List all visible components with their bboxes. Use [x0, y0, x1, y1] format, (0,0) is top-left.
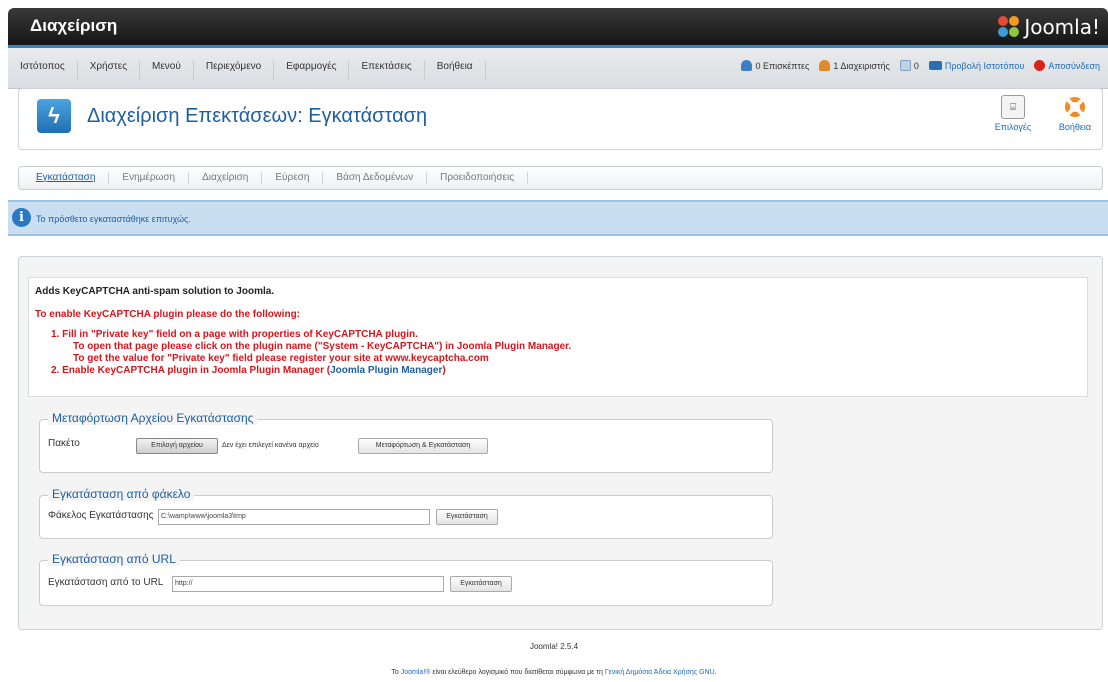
menu-item-content[interactable]: Περιεχόμενο — [194, 60, 275, 80]
install-url-button[interactable]: Εγκατάσταση — [450, 576, 512, 592]
instruction-line-4-suffix: ) — [442, 365, 446, 376]
visitors-count: 0 Επισκέπτες — [755, 60, 810, 71]
folder-legend: Εγκατάσταση από φάκελο — [48, 487, 195, 501]
admin-header: Διαχείριση Joomla! — [8, 8, 1108, 45]
tab-manage[interactable]: Διαχείριση — [189, 172, 263, 184]
status-area: 0 Επισκέπτες 1 Διαχειριστής 0 Προβολή Ισ… — [731, 60, 1100, 71]
license-middle: είναι ελεύθερο λογισμικό που διατίθεται … — [430, 669, 605, 676]
message-text: Το πρόσθετο εγκαταστάθηκε επιτυχώς. — [36, 214, 191, 224]
joomla-logo[interactable]: Joomla! — [998, 14, 1100, 40]
options-icon: ⌸ — [1001, 95, 1025, 119]
folder-path-input[interactable]: C:\wamp\www\joomla3\tmp — [158, 509, 430, 525]
plugin-manager-link[interactable]: Joomla Plugin Manager — [330, 365, 442, 376]
instruction-line-4-prefix: 2. Enable KeyCAPTCHA plugin in Joomla Pl… — [51, 365, 331, 376]
system-message: i Το πρόσθετο εγκαταστάθηκε επιτυχώς. — [8, 200, 1108, 236]
toolbar-box: ϟ Διαχείριση Επεκτάσεων: Εγκατάσταση ⌸ Ε… — [18, 88, 1103, 150]
upload-legend: Μεταφόρτωση Αρχείου Εγκατάστασης — [48, 411, 258, 425]
extension-icon: ϟ — [37, 99, 71, 133]
choose-file-button[interactable]: Επιλογή αρχείου — [136, 438, 218, 454]
main-menu-bar: Ιστότοπος Χρήστες Μενού Περιεχόμενο Εφαρ… — [8, 45, 1108, 89]
mail-icon — [899, 60, 911, 71]
url-label: Εγκατάσταση από το URL — [48, 577, 164, 588]
joomla-link[interactable]: Joomla!® — [401, 669, 431, 676]
help-button[interactable]: Βοήθεια — [1053, 95, 1097, 132]
instruction-line-1: 1. Fill in "Private key" field on a page… — [51, 329, 418, 340]
install-panel: Adds KeyCAPTCHA anti-spam solution to Jo… — [18, 256, 1103, 630]
tab-database[interactable]: Βάση Δεδομένων — [323, 172, 428, 184]
folder-label: Φάκελος Εγκατάστασης — [48, 510, 154, 521]
logout-label: Αποσύνδεση — [1048, 60, 1100, 71]
visitors-status[interactable]: 0 Επισκέπτες — [741, 60, 809, 71]
tab-update[interactable]: Ενημέρωση — [109, 172, 190, 184]
joomla-logo-icon — [998, 16, 1020, 38]
admins-status[interactable]: 1 Διαχειριστής — [819, 60, 890, 71]
menu-item-help[interactable]: Βοήθεια — [425, 60, 486, 80]
plugin-description: Adds KeyCAPTCHA anti-spam solution to Jo… — [28, 277, 1088, 397]
options-button[interactable]: ⌸ Επιλογές — [991, 95, 1035, 132]
package-label: Πακέτο — [48, 438, 80, 449]
options-label: Επιλογές — [994, 122, 1032, 132]
power-icon — [1034, 60, 1046, 71]
license-prefix: Το — [391, 669, 401, 676]
url-input[interactable]: http:// — [172, 576, 444, 592]
page-title: Διαχείριση Επεκτάσεων: Εγκατάσταση — [87, 105, 428, 127]
description-title: Adds KeyCAPTCHA anti-spam solution to Jo… — [35, 286, 275, 297]
footer-license: Το Joomla!® είναι ελεύθερο λογισμικό που… — [0, 669, 1108, 676]
no-file-chosen-text: Δεν έχει επιλεγεί κανένα αρχείο — [222, 442, 319, 449]
url-legend: Εγκατάσταση από URL — [48, 552, 180, 566]
main-menu: Ιστότοπος Χρήστες Μενού Περιεχόμενο Εφαρ… — [8, 60, 486, 80]
help-lifebuoy-icon — [1063, 95, 1087, 119]
menu-item-menus[interactable]: Μενού — [140, 60, 194, 80]
messages-status[interactable]: 0 — [899, 60, 919, 71]
instruction-line-4: 2. Enable KeyCAPTCHA plugin in Joomla Pl… — [51, 365, 446, 376]
install-folder-button[interactable]: Εγκατάσταση — [436, 509, 498, 525]
menu-item-components[interactable]: Εφαρμογές — [274, 60, 350, 80]
instruction-line-2: To open that page please click on the pl… — [73, 341, 572, 352]
gnu-license-link[interactable]: Γενική Δημόσια Άδεια Χρήσης GNU — [605, 669, 715, 676]
menu-item-extensions[interactable]: Επεκτάσεις — [349, 60, 425, 80]
help-label: Βοήθεια — [1058, 122, 1092, 132]
admins-count: 1 Διαχειριστής — [833, 60, 890, 71]
user-icon — [819, 60, 831, 71]
monitor-icon — [928, 61, 942, 70]
tab-warnings[interactable]: Προειδοποιήσεις — [427, 172, 529, 184]
upload-install-button[interactable]: Μεταφόρτωση & Εγκατάσταση — [358, 438, 488, 454]
info-icon: i — [12, 208, 31, 227]
license-suffix: . — [714, 669, 717, 676]
install-folder-fieldset: Εγκατάσταση από φάκελο Φάκελος Εγκατάστα… — [39, 487, 773, 539]
description-intro: To enable KeyCAPTCHA plugin please do th… — [35, 309, 301, 320]
menu-item-users[interactable]: Χρήστες — [78, 60, 141, 80]
users-icon — [741, 60, 753, 71]
submenu-tabs: Εγκατάσταση Ενημέρωση Διαχείριση Εύρεση … — [18, 166, 1103, 190]
header-title: Διαχείριση — [30, 16, 118, 35]
tab-install[interactable]: Εγκατάσταση — [23, 172, 110, 184]
view-site-label: Προβολή Ιστοτόπου — [944, 60, 1025, 71]
messages-count: 0 — [913, 60, 919, 71]
view-site-link[interactable]: Προβολή Ιστοτόπου — [928, 60, 1025, 71]
logout-link[interactable]: Αποσύνδεση — [1034, 60, 1100, 71]
instruction-line-3: To get the value for "Private key" field… — [73, 353, 489, 364]
install-url-fieldset: Εγκατάσταση από URL Εγκατάσταση από το U… — [39, 552, 773, 606]
tab-discover[interactable]: Εύρεση — [262, 172, 324, 184]
menu-item-site[interactable]: Ιστότοπος — [8, 60, 78, 80]
footer-version: Joomla! 2.5.4 — [529, 642, 579, 651]
logo-text: Joomla! — [1024, 15, 1100, 39]
upload-package-fieldset: Μεταφόρτωση Αρχείου Εγκατάστασης Πακέτο … — [39, 411, 773, 473]
